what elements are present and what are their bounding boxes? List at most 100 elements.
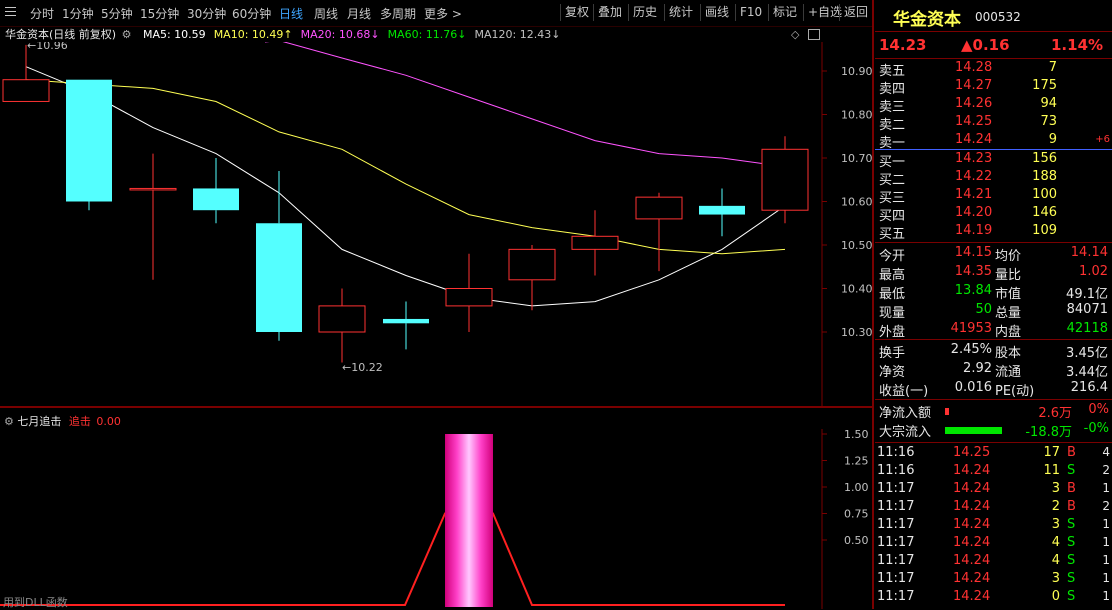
stat-row: 外盘 41953 内盘 42118 (875, 321, 1112, 340)
ask-row[interactable]: 卖一 14.24 9 +6 (875, 132, 1112, 151)
fin-label: 股本 (995, 346, 1022, 361)
ask-row[interactable]: 卖四 14.27 175 (875, 78, 1112, 97)
ask-volume: 9 (1048, 132, 1057, 147)
ask-label: 卖三 (879, 100, 906, 115)
tick-time: 11:17 (877, 481, 915, 496)
tick-price: 14.24 (953, 571, 991, 586)
bid-row[interactable]: 买一 14.23 156 (875, 151, 1112, 170)
indicator-title[interactable]: 七月追击 (17, 415, 61, 428)
candle[interactable] (256, 171, 302, 341)
period-tab[interactable]: 更多 > (424, 5, 462, 22)
tick-volume: 17 (1043, 445, 1060, 460)
candle[interactable] (571, 210, 619, 276)
ask-row[interactable]: 卖三 14.26 94 (875, 96, 1112, 115)
tick-row: 11:17 14.24 2 B 2 (875, 499, 1112, 517)
period-tab[interactable]: 分时 (30, 5, 54, 22)
candle[interactable] (129, 153, 177, 280)
bid-row[interactable]: 买二 14.22 188 (875, 169, 1112, 188)
y-tick-label: 0.50 (844, 534, 869, 547)
stat-value: 49.1亿 (1066, 287, 1108, 302)
bid-volume: 100 (1032, 187, 1057, 202)
candle[interactable] (383, 301, 429, 350)
period-tab[interactable]: 日线 (279, 5, 303, 22)
stat-value: 1.02 (1079, 264, 1108, 279)
period-tab[interactable]: 周线 (314, 5, 338, 22)
period-tab[interactable]: 多周期 (380, 5, 416, 22)
stat-value: 42118 (1066, 321, 1108, 336)
bid-label: 买五 (879, 227, 906, 242)
period-tab[interactable]: 月线 (347, 5, 371, 22)
chart-separator (872, 0, 874, 609)
stat-value: 14.15 (954, 245, 992, 260)
tick-row: 11:17 14.24 0 S 1 (875, 589, 1112, 607)
settings-icon[interactable]: ⚙ (122, 28, 132, 41)
y-tick-label: 1.25 (844, 455, 869, 468)
bid-row[interactable]: 买三 14.21 100 (875, 187, 1112, 206)
candle[interactable] (508, 245, 556, 311)
bid-row[interactable]: 买五 14.19 109 (875, 223, 1112, 242)
candle[interactable] (699, 188, 745, 237)
tick-row: 11:17 14.24 3 S 1 (875, 517, 1112, 535)
kline-chart[interactable]: 10.90 10.80 10.70 10.60 10.50 10.40 10.30 ←10.9… (0, 42, 872, 408)
fin-label: 流通 (995, 365, 1022, 380)
ask-row[interactable]: 卖二 14.25 73 (875, 114, 1112, 133)
flow-row: 大宗流入 -18.8万 -0% (875, 421, 1112, 440)
tick-price: 14.25 (953, 445, 991, 460)
tick-price: 14.24 (953, 589, 991, 604)
candle[interactable] (635, 192, 683, 272)
fin-label: 收益(一) (879, 384, 929, 399)
toolbar-button[interactable]: 叠加 (593, 4, 626, 21)
candle[interactable] (193, 158, 239, 224)
window-icon[interactable] (808, 29, 820, 40)
tick-volume: 3 (1051, 481, 1060, 496)
bid-row[interactable]: 买四 14.20 146 (875, 205, 1112, 224)
period-tab[interactable]: 15分钟 (140, 5, 179, 22)
candle[interactable] (445, 253, 493, 332)
toolbar-button[interactable]: 返回 (839, 4, 872, 21)
tick-time: 11:17 (877, 589, 915, 604)
candle[interactable] (66, 79, 112, 211)
period-tab[interactable]: 60分钟 (232, 5, 271, 22)
toolbar-button[interactable]: 标记 (768, 4, 801, 21)
candle[interactable] (761, 136, 809, 224)
toolbar-button[interactable]: F10 (735, 4, 766, 21)
ask-row[interactable]: 卖五 14.28 7 (875, 60, 1112, 79)
ask-volume: 73 (1040, 114, 1057, 129)
indicator-chart[interactable]: 1.50 1.25 1.00 0.75 0.50 (0, 429, 872, 609)
toolbar-button[interactable]: 画线 (700, 4, 733, 21)
tick-volume: 4 (1051, 553, 1060, 568)
tick-row: 11:16 14.25 17 B 4 (875, 445, 1112, 463)
period-tab[interactable]: 5分钟 (101, 5, 133, 22)
ma-legend-item: MA120: 12.43↓ (474, 28, 561, 41)
diamond-icon[interactable]: ◇ (791, 28, 799, 41)
ask-label: 卖四 (879, 82, 906, 97)
stat-value: 41953 (950, 321, 992, 336)
bid-price: 14.21 (955, 187, 993, 202)
tick-price: 14.24 (953, 517, 991, 532)
tick-volume: 0 (1051, 589, 1060, 604)
toolbar-button[interactable]: 复权 (560, 4, 593, 21)
fin-value: 3.45亿 (1066, 346, 1108, 361)
tick-count: 1 (1102, 589, 1110, 603)
settings-icon[interactable]: ⚙ (4, 415, 14, 428)
ask-label: 卖二 (879, 118, 906, 133)
period-toolbar: 分时 1分钟 5分钟 15分钟 30分钟 60分钟 日线 周线 月线 多周期 更多 > 复权 叠加 历史… (0, 0, 872, 27)
y-tick-label: 10.60 (841, 196, 872, 209)
tick-time: 11:16 (877, 463, 915, 478)
y-tick-label: 0.75 (844, 508, 869, 521)
bid-label: 买一 (879, 155, 906, 170)
bid-volume: 188 (1032, 169, 1057, 184)
toolbar-button[interactable]: 历史 (628, 4, 661, 21)
period-tab[interactable]: 1分钟 (62, 5, 94, 22)
period-tab[interactable]: 30分钟 (187, 5, 226, 22)
ask-price: 14.28 (955, 60, 993, 75)
tick-side: B (1067, 499, 1076, 514)
stat-row: 最低 13.84 市值 49.1亿 (875, 283, 1112, 302)
toolbar-button[interactable]: 统计 (664, 4, 697, 21)
tick-side: S (1067, 589, 1076, 604)
min-price-annotation: ←10.22 (342, 361, 383, 374)
menu-icon[interactable] (5, 6, 16, 18)
candle-body (635, 196, 683, 220)
candle[interactable] (318, 288, 366, 363)
stat-value: 13.84 (954, 283, 992, 298)
